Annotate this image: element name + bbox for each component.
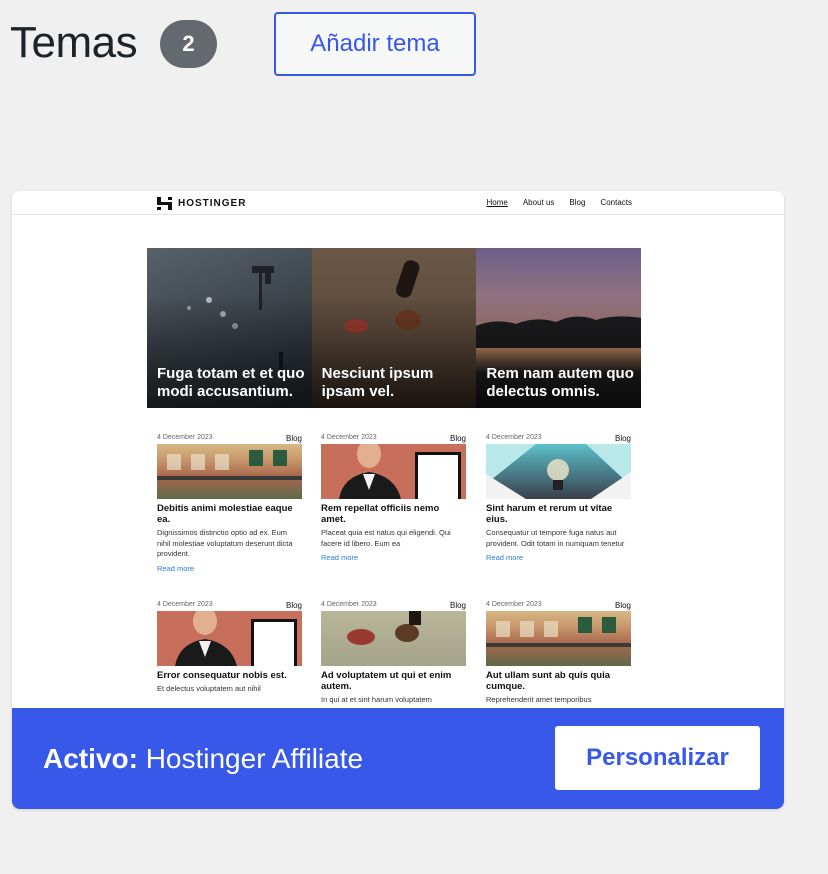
preview-logo-text: HOSTINGER (178, 198, 247, 209)
post-date: 4 December 2023 (157, 434, 213, 441)
preview-post: 4 December 2023 Blog Error consequatur no… (157, 601, 302, 695)
active-theme-label: Activo: Hostinger Affiliate (43, 743, 363, 775)
preview-post: 4 December 2023 Blog Sint harum et rerum … (486, 434, 631, 562)
preview-post: 4 December 2023 Blog Debitis animi molest… (157, 434, 302, 573)
person-image-icon (157, 611, 302, 666)
post-title: Rem repellat officiis nemo amet. (321, 503, 440, 525)
read-more-link: Read more (486, 553, 524, 562)
read-more-link: Read more (321, 553, 359, 562)
post-category: Blog (614, 434, 631, 443)
hero-panel: Fuga totam et et quo modi accusantium. (147, 248, 312, 408)
post-category: Blog (449, 601, 466, 610)
post-date: 4 December 2023 (321, 601, 377, 608)
post-category: Blog (285, 601, 302, 610)
post-category: Blog (449, 434, 466, 443)
active-theme-card[interactable]: HOSTINGER Home About us Blog Contacts Fu… (12, 191, 784, 809)
hero-title: Nesciunt ipsum ipsam vel. (321, 365, 434, 400)
post-date: 4 December 2023 (157, 601, 213, 608)
read-more-link: Read more (157, 563, 195, 573)
post-excerpt: Consequatur ut tempore fuga natus aut pr… (486, 528, 625, 548)
hostinger-logo-icon (157, 197, 172, 210)
building-image-icon (486, 611, 631, 666)
preview-hero: Fuga totam et et quo modi accusantium. N… (147, 248, 642, 408)
post-excerpt: Placeat quia est natus qui eligendi. Qui… (321, 528, 451, 548)
add-theme-button[interactable]: Añadir tema (274, 12, 476, 76)
preview-header: HOSTINGER Home About us Blog Contacts (12, 191, 784, 215)
hero-title: Fuga totam et et quo modi accusantium. (157, 365, 305, 400)
building-image-icon (157, 444, 302, 499)
post-excerpt: Reprehenderit amet temporibus (486, 695, 592, 704)
active-theme-bar: Activo: Hostinger Affiliate Personalizar (12, 708, 784, 809)
post-date: 4 December 2023 (486, 434, 542, 441)
post-category: Blog (285, 434, 302, 443)
post-date: 4 December 2023 (321, 434, 377, 441)
preview-post: 4 December 2023 Blog Aut ullam sunt ab qu… (486, 601, 631, 706)
preview-nav-home: Home (486, 198, 508, 207)
post-title: Error consequatur nobis est. (157, 670, 287, 681)
preview-nav: Home About us Blog Contacts (486, 198, 632, 207)
stamp-image-icon (321, 611, 466, 666)
preview-post: 4 December 2023 Blog Rem repellat officii… (321, 434, 466, 562)
preview-logo: HOSTINGER (157, 197, 246, 210)
post-category: Blog (614, 601, 631, 610)
theme-count-badge: 2 (160, 20, 217, 68)
post-excerpt: Et delectus voluptatem aut nihil (157, 684, 261, 693)
preview-nav-about: About us (522, 198, 555, 207)
hero-panel: Rem nam autem quo delectus omnis. (476, 248, 642, 408)
post-title: Sint harum et rerum ut vitae eius. (486, 503, 613, 525)
preview-nav-contacts: Contacts (600, 198, 632, 207)
page-title: Temas (10, 18, 138, 67)
theme-screenshot[interactable]: HOSTINGER Home About us Blog Contacts Fu… (12, 191, 784, 708)
active-theme-name: Hostinger Affiliate (145, 743, 364, 774)
post-title: Ad voluptatem ut qui et enim autem. (321, 670, 452, 692)
preview-post: 4 December 2023 Blog Ad voluptatem ut qui… (321, 601, 466, 706)
post-excerpt: Dignissimos distinctio optio ad ex. Eum … (157, 528, 293, 558)
hero-panel: Nesciunt ipsum ipsam vel. (311, 248, 477, 408)
preview-nav-blog: Blog (569, 198, 586, 207)
post-date: 4 December 2023 (486, 601, 542, 608)
post-title: Debitis animi molestiae eaque ea. (157, 503, 293, 525)
lightbulb-image-icon (486, 444, 631, 499)
hero-title: Rem nam autem quo delectus omnis. (486, 365, 634, 400)
person-image-icon (321, 444, 466, 499)
customize-button[interactable]: Personalizar (555, 726, 760, 790)
post-excerpt: In qui at et sint harum voluptatem (321, 695, 432, 704)
active-prefix: Activo: (43, 743, 138, 774)
post-title: Aut ullam sunt ab quis quia cumque. (486, 670, 611, 692)
